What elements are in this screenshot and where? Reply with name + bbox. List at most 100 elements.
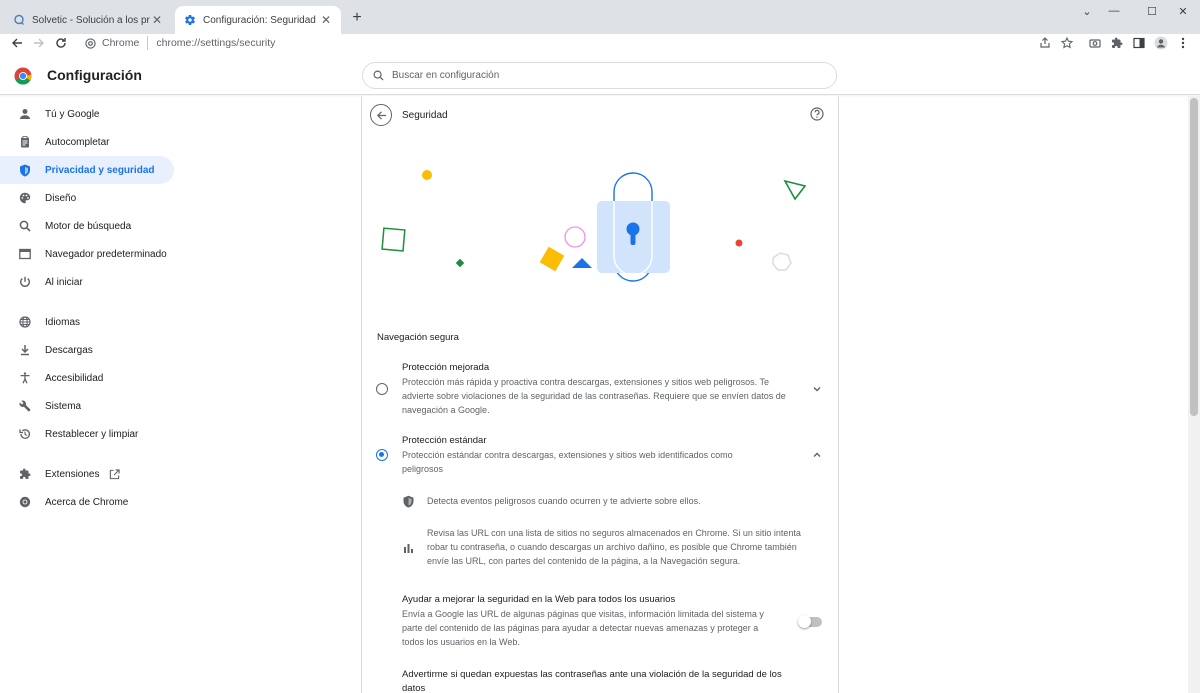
- tab-title: Solvetic - Solución a los problem: [32, 14, 150, 26]
- sidebar-item-search-engine[interactable]: Motor de búsqueda: [0, 212, 174, 240]
- forward-arrow-icon[interactable]: [30, 34, 48, 52]
- search-icon: [18, 219, 32, 233]
- green-diamond: [455, 258, 465, 268]
- settings-header: Configuración: [0, 57, 1200, 95]
- chrome-logo-icon: [14, 67, 32, 85]
- search-icon: [373, 70, 384, 81]
- sidebar-item-downloads[interactable]: Descargas: [0, 336, 174, 364]
- side-panel-icon[interactable]: [1130, 34, 1148, 52]
- search-input[interactable]: [392, 70, 792, 81]
- accessibility-icon: [18, 371, 32, 385]
- menu-kebab-icon[interactable]: [1174, 34, 1192, 52]
- minimize-button[interactable]: —: [1097, 0, 1131, 22]
- sidebar-item-label: Acerca de Chrome: [45, 496, 129, 508]
- sidebar-item-system[interactable]: Sistema: [0, 392, 174, 420]
- radio-enhanced-protection[interactable]: [376, 383, 388, 395]
- profile-avatar-icon[interactable]: [1152, 34, 1170, 52]
- blue-triangle: [572, 258, 592, 268]
- toggle-description: Envía a Google las URL de algunas página…: [402, 609, 764, 647]
- url-text: chrome://settings/security: [156, 37, 276, 49]
- bullet-text: Detecta eventos peligrosos cuando ocurre…: [427, 496, 701, 506]
- security-illustration: [381, 170, 807, 282]
- sidebar-item-autofill[interactable]: Autocompletar: [0, 128, 174, 156]
- option-description: Protección más rápida y proactiva contra…: [402, 377, 786, 415]
- sidebar-item-label: Accesibilidad: [45, 372, 104, 384]
- open-in-new-icon: [109, 468, 121, 480]
- tab-title: Configuración: Seguridad: [203, 14, 316, 26]
- tab-solvetic[interactable]: Solvetic - Solución a los problem ✕: [4, 6, 172, 34]
- sidebar-item-extensions[interactable]: Extensiones: [0, 460, 174, 488]
- safe-browsing-section-label: Navegación segura: [377, 332, 459, 343]
- sidebar-item-you-and-google[interactable]: Tú y Google: [0, 100, 174, 128]
- chrome-icon: [85, 37, 96, 49]
- sidebar-item-label: Descargas: [45, 344, 93, 356]
- sidebar-item-label: Diseño: [45, 192, 77, 204]
- back-button[interactable]: [370, 104, 392, 126]
- sidebar-item-label: Idiomas: [45, 316, 81, 328]
- page-scrollbar[interactable]: [1188, 96, 1200, 693]
- sidebar-item-label: Motor de búsqueda: [45, 220, 132, 232]
- settings-title: Configuración: [47, 67, 142, 83]
- improve-security-toggle[interactable]: [798, 615, 822, 628]
- radio-standard-protection[interactable]: [376, 449, 388, 461]
- share-icon[interactable]: [1036, 34, 1054, 52]
- download-icon: [18, 343, 32, 357]
- bar-chart-icon: [404, 544, 413, 553]
- maximize-button[interactable]: ☐: [1135, 0, 1169, 22]
- clipboard-icon: [18, 135, 32, 149]
- tab-strip: Solvetic - Solución a los problem ✕ Conf…: [0, 0, 1200, 34]
- sidebar-item-label: Tú y Google: [45, 108, 100, 120]
- sidebar-item-label: Autocompletar: [45, 136, 110, 148]
- sidebar-item-languages[interactable]: Idiomas: [0, 308, 174, 336]
- collapse-chevron-up-icon[interactable]: [810, 448, 824, 462]
- power-icon: [18, 275, 32, 289]
- reload-icon[interactable]: [52, 34, 70, 52]
- close-window-button[interactable]: ✕: [1166, 0, 1200, 22]
- sidebar-item-on-startup[interactable]: Al iniciar: [0, 268, 174, 296]
- new-tab-button[interactable]: +: [348, 9, 366, 27]
- close-tab-icon[interactable]: ✕: [150, 13, 164, 27]
- site-label: Chrome: [102, 37, 140, 49]
- option-title: Protección estándar: [402, 435, 487, 446]
- yellow-square: [539, 246, 565, 272]
- shield-icon: [403, 495, 414, 508]
- sidebar-item-reset[interactable]: Restablecer y limpiar: [0, 420, 174, 448]
- address-bar[interactable]: Chrome chrome://settings/security: [75, 32, 1090, 54]
- back-arrow-icon[interactable]: [8, 34, 26, 52]
- gear-icon: [183, 13, 197, 27]
- sidebar-item-label: Privacidad y seguridad: [45, 164, 155, 176]
- page-title: Seguridad: [402, 110, 448, 121]
- scrollbar-thumb[interactable]: [1190, 98, 1198, 416]
- sidebar-item-accessibility[interactable]: Accesibilidad: [0, 364, 174, 392]
- sidebar-item-about-chrome[interactable]: Acerca de Chrome: [0, 488, 174, 516]
- toggle-title: Ayudar a mejorar la seguridad en la Web …: [402, 594, 676, 605]
- sidebar-item-privacy-security[interactable]: Privacidad y seguridad: [0, 156, 174, 184]
- sidebar-item-default-browser[interactable]: Navegador predeterminado: [0, 240, 174, 268]
- back-arrow-icon: [376, 110, 386, 120]
- chrome-icon: [18, 495, 32, 509]
- extensions-puzzle-icon[interactable]: [1108, 34, 1126, 52]
- sidebar-item-label: Restablecer y limpiar: [45, 428, 139, 440]
- security-settings-card: Seguridad Navegación segura Protección m…: [361, 96, 839, 693]
- star-icon[interactable]: [1058, 34, 1076, 52]
- help-icon[interactable]: [810, 107, 824, 121]
- person-icon: [18, 107, 32, 121]
- green-square: [381, 227, 406, 252]
- browser-icon: [18, 247, 32, 261]
- camera-icon[interactable]: [1086, 34, 1104, 52]
- sidebar-item-label: Extensiones: [45, 468, 100, 480]
- restore-icon: [18, 427, 32, 441]
- green-triangle: [783, 179, 807, 201]
- sidebar-item-label: Sistema: [45, 400, 82, 412]
- site-info[interactable]: Chrome: [85, 37, 139, 49]
- sidebar-item-label: Navegador predeterminado: [45, 248, 167, 260]
- sidebar-item-appearance[interactable]: Diseño: [0, 184, 174, 212]
- expand-chevron-down-icon[interactable]: [810, 382, 824, 396]
- sidebar-item-label: Al iniciar: [45, 276, 83, 288]
- palette-icon: [18, 191, 32, 205]
- settings-search-box[interactable]: [362, 62, 837, 89]
- tab-settings-security[interactable]: Configuración: Seguridad ✕: [175, 6, 341, 34]
- close-tab-icon[interactable]: ✕: [319, 13, 333, 27]
- pink-circle: [564, 226, 586, 248]
- divider: [147, 36, 149, 50]
